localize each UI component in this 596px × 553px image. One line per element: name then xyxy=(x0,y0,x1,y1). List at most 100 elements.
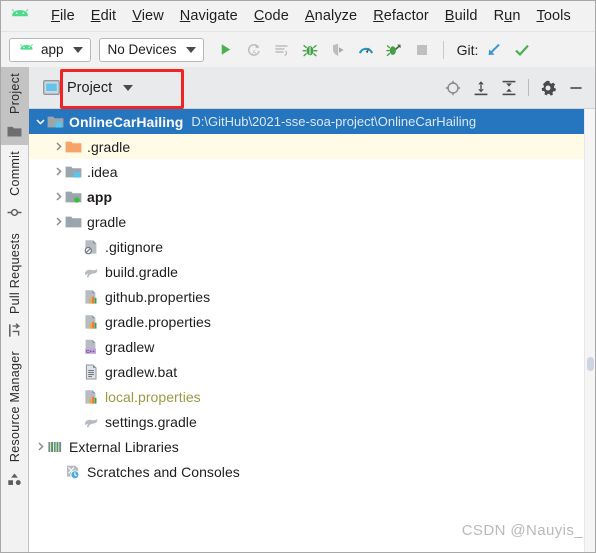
apply-code-changes-button[interactable] xyxy=(270,38,294,62)
cpp-file-icon: C++ xyxy=(83,338,100,355)
device-selector[interactable]: No Devices xyxy=(98,37,204,62)
menu-item-file[interactable]: File xyxy=(43,7,83,25)
gitignore-file-icon xyxy=(83,238,100,255)
update-project-button[interactable] xyxy=(482,38,506,62)
git-label: Git: xyxy=(456,41,479,58)
menu-bar: File Edit View Navigate Code Analyze Refactor B… xyxy=(0,0,596,32)
tree-row[interactable]: github.properties xyxy=(29,284,596,309)
sidebar-item-pull-requests[interactable]: Pull Requests xyxy=(0,227,29,345)
tree-row[interactable]: OnlineCarHailing D:\GitHub\2021-sse-soa-p… xyxy=(29,109,596,134)
header-separator xyxy=(528,79,529,96)
excluded-folder-icon xyxy=(65,138,82,155)
collapse-all-button[interactable] xyxy=(496,75,522,101)
sidebar-item-project[interactable]: Project xyxy=(0,67,29,146)
menu-item-edit[interactable]: Edit xyxy=(83,7,124,25)
toolbar-separator xyxy=(442,40,444,59)
tree-row-label: build.gradle xyxy=(105,263,178,280)
debug-button[interactable] xyxy=(298,38,322,62)
tree-arrow-placeholder xyxy=(69,234,83,259)
minimize-button[interactable] xyxy=(563,75,589,101)
menu-item-code[interactable]: Code xyxy=(246,7,297,25)
tree-row[interactable]: build.gradle xyxy=(29,259,596,284)
apply-changes-button[interactable]: A xyxy=(242,38,266,62)
tree-row[interactable]: .idea xyxy=(29,159,596,184)
run-button[interactable] xyxy=(214,38,238,62)
tree-row-label: .gitignore xyxy=(105,238,164,255)
profiler-button[interactable] xyxy=(354,38,378,62)
tree-row[interactable]: gradlew.bat xyxy=(29,359,596,384)
svg-text:C++: C++ xyxy=(86,348,95,353)
properties-file-icon xyxy=(83,288,100,305)
tree-row-label: app xyxy=(87,188,113,205)
tree-row-label: Scratches and Consoles xyxy=(87,463,240,480)
tree-row[interactable]: External Libraries xyxy=(29,434,596,459)
tree-row-label: gradlew.bat xyxy=(105,363,178,380)
gradle-file-icon xyxy=(83,413,100,430)
sidebar-item-commit[interactable]: Commit xyxy=(0,145,29,227)
tree-arrow-placeholder xyxy=(69,309,83,334)
project-view-icon xyxy=(43,80,60,95)
sidebar-item-resource-manager[interactable]: Resource Manager xyxy=(0,345,29,493)
chevron-right-icon[interactable] xyxy=(51,159,65,184)
menu-item-analyze[interactable]: Analyze xyxy=(297,7,365,25)
module-folder-icon xyxy=(65,163,82,180)
tree-row[interactable]: settings.gradle xyxy=(29,409,596,434)
run-with-coverage-button[interactable] xyxy=(382,38,406,62)
android-logo-icon xyxy=(18,44,35,55)
expand-all-button[interactable] xyxy=(468,75,494,101)
project-folder-icon xyxy=(7,123,23,139)
tree-arrow-placeholder xyxy=(69,284,83,309)
stop-button[interactable] xyxy=(410,38,434,62)
sidebar-item-project-label: Project xyxy=(7,73,22,115)
tree-row[interactable]: C++ gradlew xyxy=(29,334,596,359)
tree-row[interactable]: Scratches and Consoles xyxy=(29,459,596,484)
menu-item-refactor[interactable]: Refactor xyxy=(365,7,437,25)
pull-request-icon xyxy=(7,323,23,339)
chevron-right-icon[interactable] xyxy=(51,184,65,209)
scrollbar-thumb[interactable] xyxy=(587,357,594,371)
tree-row[interactable]: gradle xyxy=(29,209,596,234)
scratches-icon xyxy=(65,463,82,480)
attach-debugger-button[interactable] xyxy=(326,38,350,62)
tree-vertical-scrollbar[interactable] xyxy=(584,109,596,553)
tree-row-label: gradle.properties xyxy=(105,313,211,330)
tree-row-label: github.properties xyxy=(105,288,211,305)
menu-item-build[interactable]: Build xyxy=(437,7,486,25)
svg-text:A: A xyxy=(252,50,256,56)
project-tool-window: Project OnlineCarHailing D:\GitHub\2021-… xyxy=(29,67,596,553)
resource-manager-icon xyxy=(7,471,23,487)
project-tree[interactable]: OnlineCarHailing D:\GitHub\2021-sse-soa-p… xyxy=(29,109,596,553)
tree-row-label: settings.gradle xyxy=(105,413,197,430)
chevron-down-icon xyxy=(185,46,196,53)
project-view-selector[interactable]: Project xyxy=(36,76,141,100)
tree-row[interactable]: gradle.properties xyxy=(29,309,596,334)
commit-button[interactable] xyxy=(510,38,534,62)
tree-row-label: local.properties xyxy=(105,388,201,405)
menu-item-run[interactable]: Run xyxy=(486,7,529,25)
folder-icon xyxy=(65,213,82,230)
main-area: Project Commit Pull Requests Resource Ma… xyxy=(0,67,596,553)
project-panel-header: Project xyxy=(29,67,596,109)
chevron-right-icon[interactable] xyxy=(33,434,47,459)
module-selector[interactable]: app xyxy=(9,37,91,62)
tree-row-label: OnlineCarHailing xyxy=(69,113,184,130)
menu-item-navigate[interactable]: Navigate xyxy=(172,7,246,25)
settings-button[interactable] xyxy=(535,75,561,101)
tree-arrow-placeholder xyxy=(69,359,83,384)
tree-row[interactable]: local.properties xyxy=(29,384,596,409)
android-studio-window: File Edit View Navigate Code Analyze Refactor B… xyxy=(0,0,596,553)
menu-item-view[interactable]: View xyxy=(124,7,172,25)
chevron-right-icon[interactable] xyxy=(51,134,65,159)
menu-item-tools[interactable]: Tools xyxy=(528,7,578,25)
chevron-right-icon[interactable] xyxy=(51,209,65,234)
properties-file-icon xyxy=(83,388,100,405)
tree-row[interactable]: app xyxy=(29,184,596,209)
sidebar-item-pull-requests-label: Pull Requests xyxy=(7,232,22,314)
libraries-icon xyxy=(47,438,64,455)
tree-row[interactable]: .gitignore xyxy=(29,234,596,259)
tree-row-label: .idea xyxy=(87,163,118,180)
chevron-down-icon[interactable] xyxy=(33,109,47,134)
commit-icon xyxy=(7,205,23,221)
select-opened-file-button[interactable] xyxy=(440,75,466,101)
tree-row[interactable]: .gradle xyxy=(29,134,596,159)
